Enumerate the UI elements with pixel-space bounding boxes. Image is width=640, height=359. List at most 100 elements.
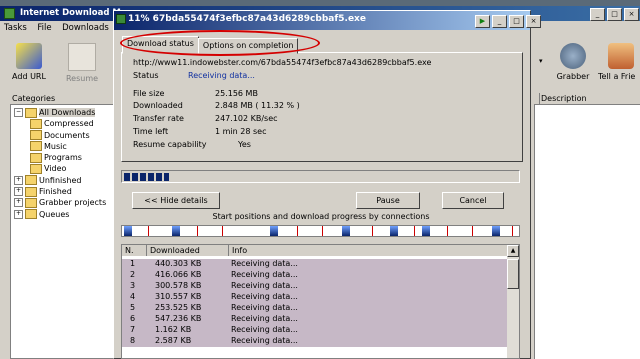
hide-details-button[interactable]: << Hide details bbox=[132, 192, 220, 209]
tree-item-finished[interactable]: + Finished bbox=[14, 186, 106, 197]
tree-item-queues[interactable]: + Queues bbox=[14, 209, 106, 220]
connection-start-mark bbox=[447, 226, 448, 236]
grabber-icon bbox=[560, 43, 586, 69]
play-icon[interactable]: ▶ bbox=[475, 15, 490, 28]
table-row[interactable]: 5 253.525 KB Receiving data... bbox=[122, 303, 507, 314]
connections-label: Start positions and download progress by… bbox=[212, 212, 430, 221]
folder-icon bbox=[30, 152, 42, 163]
tree-item-video[interactable]: Video bbox=[14, 163, 106, 174]
pause-button[interactable]: Pause bbox=[356, 192, 420, 209]
connection-start-mark bbox=[148, 226, 149, 236]
connection-segment bbox=[422, 226, 430, 236]
category-tree: − All Downloads Compressed Documents Musi… bbox=[14, 107, 106, 220]
table-row[interactable]: 7 1.162 KB Receiving data... bbox=[122, 325, 507, 336]
connection-start-mark bbox=[222, 226, 223, 236]
column-description[interactable]: Description bbox=[541, 93, 587, 105]
expand-icon[interactable]: + bbox=[14, 198, 23, 208]
column-info[interactable]: Info bbox=[229, 245, 507, 256]
expand-icon[interactable]: + bbox=[14, 187, 23, 197]
download-url: http://www11.indowebster.com/67bda55474f… bbox=[133, 58, 432, 67]
collapse-icon[interactable]: − bbox=[14, 108, 23, 117]
download-list[interactable] bbox=[534, 93, 640, 359]
connection-segment bbox=[270, 226, 278, 236]
close-icon[interactable]: × bbox=[526, 15, 541, 28]
folder-icon bbox=[30, 130, 42, 141]
scroll-thumb[interactable] bbox=[507, 259, 519, 289]
file-size-label: File size bbox=[133, 89, 165, 98]
time-left-label: Time left bbox=[133, 127, 169, 136]
connection-start-mark bbox=[512, 226, 513, 236]
resume-capability-label: Resume capability bbox=[133, 140, 207, 149]
table-row[interactable]: 6 547.236 KB Receiving data... bbox=[122, 314, 507, 325]
table-row[interactable]: 1 440.303 KB Receiving data... bbox=[122, 259, 507, 270]
minimize-icon[interactable]: _ bbox=[492, 15, 507, 28]
maximize-icon[interactable]: □ bbox=[509, 15, 524, 28]
expand-icon[interactable]: + bbox=[14, 209, 23, 219]
downloaded-label: Downloaded bbox=[133, 101, 183, 110]
status-label: Status bbox=[133, 71, 159, 80]
connection-start-mark bbox=[297, 226, 298, 236]
menu-tasks[interactable]: Tasks bbox=[0, 21, 31, 35]
resume-button[interactable]: Resume bbox=[58, 37, 106, 87]
table-row[interactable]: 4 310.557 KB Receiving data... bbox=[122, 292, 507, 303]
minimize-icon[interactable]: _ bbox=[590, 8, 605, 21]
resume-capability-value: Yes bbox=[238, 140, 251, 149]
cancel-button[interactable]: Cancel bbox=[442, 192, 504, 209]
progress-fill bbox=[124, 173, 169, 181]
column-n[interactable]: N. bbox=[122, 245, 147, 256]
connection-start-mark bbox=[372, 226, 373, 236]
tree-item-music[interactable]: Music bbox=[14, 141, 106, 152]
close-icon[interactable]: × bbox=[624, 8, 639, 21]
download-progress-bar bbox=[121, 170, 520, 183]
downloaded-value: 2.848 MB ( 11.32 % ) bbox=[215, 101, 300, 110]
idm-app-icon bbox=[4, 8, 15, 19]
transfer-rate-label: Transfer rate bbox=[133, 114, 184, 123]
tree-item-compressed[interactable]: Compressed bbox=[14, 118, 106, 129]
column-downloaded[interactable]: Downloaded bbox=[147, 245, 229, 256]
maximize-icon[interactable]: □ bbox=[607, 8, 622, 21]
tree-item-all-downloads[interactable]: − All Downloads bbox=[14, 107, 106, 118]
folder-icon bbox=[25, 209, 37, 220]
main-window-controls: _ □ × bbox=[588, 8, 639, 21]
table-row[interactable]: 2 416.066 KB Receiving data... bbox=[122, 270, 507, 281]
connection-segment bbox=[390, 226, 398, 236]
connection-start-mark bbox=[197, 226, 198, 236]
grabber-button[interactable]: Grabber bbox=[549, 37, 597, 87]
add-url-icon bbox=[16, 43, 42, 69]
tree-item-unfinished[interactable]: + Unfinished bbox=[14, 175, 106, 186]
dialog-window-controls: ▶ _ □ × bbox=[473, 15, 541, 28]
list-header: Description bbox=[534, 93, 640, 105]
connection-segment bbox=[124, 226, 132, 236]
connection-start-mark bbox=[472, 226, 473, 236]
main-window-title: Internet Download M bbox=[20, 8, 121, 18]
connection-segment bbox=[172, 226, 180, 236]
connections-table[interactable]: N. Downloaded Info 1 440.303 KB Receiving … bbox=[121, 244, 520, 359]
table-row[interactable]: 8 2.587 KB Receiving data... bbox=[122, 336, 507, 347]
toolbar-dropdown-icon[interactable]: ▾ bbox=[539, 57, 543, 65]
dialog-app-icon bbox=[116, 14, 126, 24]
resume-icon bbox=[68, 43, 96, 71]
connections-progress-bar bbox=[121, 225, 520, 237]
table-row[interactable]: 3 300.578 KB Receiving data... bbox=[122, 281, 507, 292]
menu-file[interactable]: File bbox=[33, 21, 55, 35]
folder-icon bbox=[25, 175, 37, 186]
menu-downloads[interactable]: Downloads bbox=[58, 21, 113, 35]
connection-start-mark bbox=[322, 226, 323, 236]
connection-segment bbox=[342, 226, 350, 236]
tell-a-friend-icon bbox=[608, 43, 634, 69]
folder-icon bbox=[25, 186, 37, 197]
table-scrollbar[interactable]: ▲ bbox=[507, 245, 519, 358]
connection-start-mark bbox=[414, 226, 415, 236]
folder-icon bbox=[30, 118, 42, 129]
connection-segment bbox=[492, 226, 500, 236]
expand-icon[interactable]: + bbox=[14, 175, 23, 185]
tree-item-documents[interactable]: Documents bbox=[14, 130, 106, 141]
tree-item-grabber-projects[interactable]: + Grabber projects bbox=[14, 197, 106, 208]
scroll-up-icon[interactable]: ▲ bbox=[507, 245, 519, 257]
folder-icon bbox=[30, 163, 42, 174]
tree-item-programs[interactable]: Programs bbox=[14, 152, 106, 163]
folder-icon bbox=[25, 197, 37, 208]
tell-a-friend-button[interactable]: Tell a Frie bbox=[598, 37, 640, 87]
add-url-button[interactable]: Add URL bbox=[5, 37, 53, 87]
categories-header: Categories bbox=[10, 93, 117, 105]
